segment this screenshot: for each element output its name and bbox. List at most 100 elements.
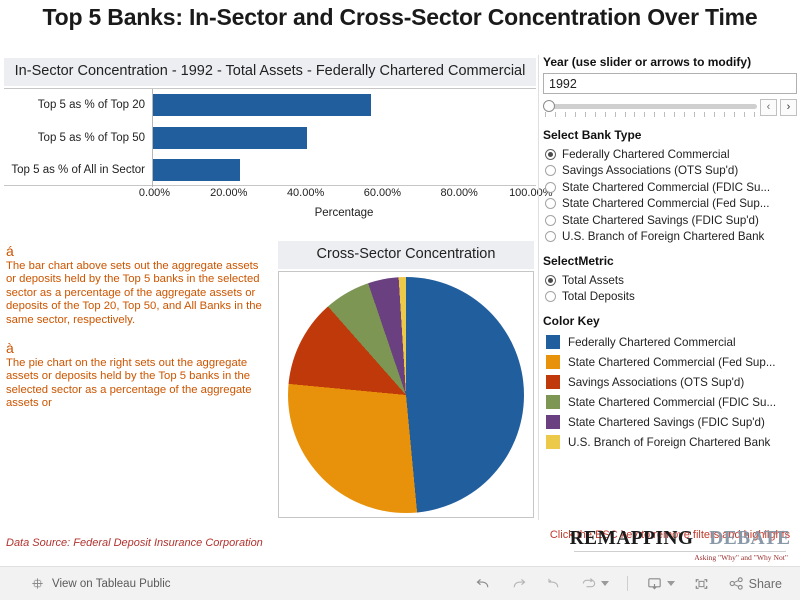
bank-type-label: State Chartered Commercial (FDIC Su... bbox=[562, 180, 771, 194]
metric-option[interactable]: Total Deposits bbox=[545, 289, 796, 306]
bar-track bbox=[152, 154, 536, 187]
slider-tick bbox=[634, 112, 636, 117]
year-slider-row: ‹ › bbox=[543, 99, 797, 119]
bar-chart-caption: In-Sector Concentration - 1992 - Total A… bbox=[4, 58, 536, 86]
toolbar-divider bbox=[626, 576, 628, 591]
bank-type-option[interactable]: Federally Chartered Commercial bbox=[545, 146, 796, 163]
slider-tick bbox=[704, 112, 705, 117]
annotation-bullet-icon: à bbox=[6, 340, 14, 357]
radio-button-icon[interactable] bbox=[545, 148, 556, 160]
page-title: Top 5 Banks: In-Sector and Cross-Sector … bbox=[42, 4, 758, 30]
bank-type-option[interactable]: State Chartered Commercial (Fed Sup... bbox=[545, 196, 796, 213]
control-panel: Year (use slider or arrows to modify) 19… bbox=[538, 55, 797, 541]
pie-chart[interactable] bbox=[288, 276, 524, 513]
legend-item[interactable]: Savings Associations (OTS Sup'd) bbox=[546, 372, 796, 392]
metric-heading: SelectMetric bbox=[543, 254, 614, 268]
bar-chart-x-axis: 0.00% 20.00% 40.00% 60.00% 80.00% 100.00% bbox=[139, 186, 553, 206]
x-axis-tick-label: 40.00% bbox=[286, 187, 325, 199]
refresh-dropdown-caret-icon[interactable] bbox=[600, 581, 609, 586]
slider-thumb[interactable] bbox=[543, 100, 555, 112]
share-button[interactable]: Share bbox=[728, 576, 782, 591]
slider-tick bbox=[545, 112, 546, 117]
legend-label: State Chartered Commercial (FDIC Su... bbox=[568, 395, 777, 409]
remapping-debate-logo: REMAPPING DEBATE Asking "Why" and "Why N… bbox=[566, 528, 794, 562]
legend-color-swatch[interactable] bbox=[546, 435, 560, 449]
bar-chart-row: Top 5 as % of Top 50 bbox=[4, 121, 536, 155]
x-axis-tick-label: 60.00% bbox=[363, 187, 402, 199]
slider-tick bbox=[584, 112, 586, 117]
slider-tick bbox=[564, 112, 566, 117]
legend-item[interactable]: U.S. Branch of Foreign Chartered Bank bbox=[546, 432, 796, 452]
legend-color-swatch[interactable] bbox=[546, 335, 560, 349]
redo-icon[interactable] bbox=[510, 576, 527, 591]
view-on-tableau-public-button[interactable]: View on Tableau Public bbox=[30, 576, 171, 591]
bottom-toolbar: View on Tableau Public Share bbox=[0, 566, 800, 600]
slider-tick bbox=[733, 112, 735, 117]
year-prev-button[interactable]: ‹ bbox=[760, 99, 777, 116]
bar-chart-row: Top 5 as % of Top 20 bbox=[4, 89, 536, 122]
undo-icon[interactable] bbox=[475, 576, 492, 591]
logo-tagline: Asking "Why" and "Why Not" bbox=[694, 553, 788, 562]
bank-type-option[interactable]: State Chartered Savings (FDIC Sup'd) bbox=[545, 212, 796, 229]
slider-track[interactable] bbox=[543, 104, 757, 109]
bar-value[interactable] bbox=[153, 94, 371, 117]
year-next-button[interactable]: › bbox=[780, 99, 797, 116]
data-source-label: Data Source: Federal Deposit Insurance C… bbox=[6, 537, 263, 549]
refresh-icon[interactable] bbox=[580, 576, 609, 591]
bank-type-option[interactable]: U.S. Branch of Foreign Chartered Bank bbox=[545, 229, 796, 246]
legend-color-swatch[interactable] bbox=[546, 395, 560, 409]
bar-chart-plot-area: Top 5 as % of Top 20 Top 5 as % of Top 50… bbox=[4, 88, 536, 187]
bank-type-label: State Chartered Commercial (Fed Sup... bbox=[562, 197, 770, 211]
legend-label: U.S. Branch of Foreign Chartered Bank bbox=[568, 435, 771, 449]
slider-tick bbox=[684, 112, 686, 117]
x-axis-tick-label: 80.00% bbox=[440, 187, 478, 199]
radio-button-icon[interactable] bbox=[545, 214, 556, 226]
slider-tick bbox=[694, 112, 696, 117]
slider-tick bbox=[614, 112, 616, 117]
fullscreen-icon[interactable] bbox=[693, 576, 710, 592]
slider-tick bbox=[674, 112, 676, 117]
pie-chart-caption: Cross-Sector Concentration bbox=[278, 241, 534, 269]
bank-type-option[interactable]: Savings Associations (OTS Sup'd) bbox=[545, 163, 796, 180]
year-input[interactable]: 1992 bbox=[543, 73, 797, 94]
radio-button-icon[interactable] bbox=[545, 291, 556, 303]
bank-type-radio-group: Federally Chartered Commercial Savings As… bbox=[545, 146, 796, 245]
annotation-block: à The pie chart on the right sets out the… bbox=[6, 341, 268, 411]
revert-icon[interactable] bbox=[545, 576, 562, 591]
legend-item[interactable]: State Chartered Commercial (Fed Sup... bbox=[546, 352, 796, 372]
bank-type-label: Savings Associations (OTS Sup'd) bbox=[562, 164, 739, 178]
bank-type-option[interactable]: State Chartered Commercial (FDIC Su... bbox=[545, 179, 796, 196]
legend-color-swatch[interactable] bbox=[546, 375, 560, 389]
color-key-heading: Color Key bbox=[543, 314, 600, 328]
download-dropdown-caret-icon[interactable] bbox=[666, 581, 675, 586]
bar-value[interactable] bbox=[153, 126, 308, 149]
share-label: Share bbox=[748, 576, 782, 591]
legend-item[interactable]: Federally Chartered Commercial bbox=[546, 332, 796, 352]
legend-color-swatch[interactable] bbox=[546, 355, 560, 369]
view-on-tableau-public-label: View on Tableau Public bbox=[52, 577, 171, 590]
radio-button-icon[interactable] bbox=[545, 165, 556, 177]
pie-chart-plot-area bbox=[278, 271, 534, 518]
download-icon[interactable] bbox=[646, 576, 675, 592]
metric-option[interactable]: Total Assets bbox=[545, 272, 796, 289]
radio-button-icon[interactable] bbox=[545, 181, 556, 193]
slider-tick bbox=[654, 112, 656, 117]
bank-type-label: Federally Chartered Commercial bbox=[562, 147, 730, 161]
logo-word-debate: DEBATE bbox=[709, 528, 791, 549]
legend-item[interactable]: State Chartered Savings (FDIC Sup'd) bbox=[546, 412, 796, 432]
radio-button-icon[interactable] bbox=[545, 231, 556, 243]
legend-color-swatch[interactable] bbox=[546, 415, 560, 429]
logo-divider bbox=[574, 551, 786, 552]
year-slider[interactable] bbox=[543, 99, 757, 119]
slider-tick bbox=[574, 112, 576, 117]
legend-item[interactable]: State Chartered Commercial (FDIC Su... bbox=[546, 392, 796, 412]
legend-label: State Chartered Savings (FDIC Sup'd) bbox=[568, 415, 765, 429]
radio-button-icon[interactable] bbox=[545, 198, 556, 210]
share-icon bbox=[728, 576, 745, 591]
bar-track bbox=[152, 89, 536, 122]
bar-value[interactable] bbox=[153, 159, 240, 182]
radio-button-icon[interactable] bbox=[545, 274, 556, 286]
legend-label: State Chartered Commercial (Fed Sup... bbox=[568, 355, 776, 369]
bar-track bbox=[152, 121, 536, 155]
annotation-notes: á The bar chart above sets out the aggreg… bbox=[6, 244, 268, 476]
